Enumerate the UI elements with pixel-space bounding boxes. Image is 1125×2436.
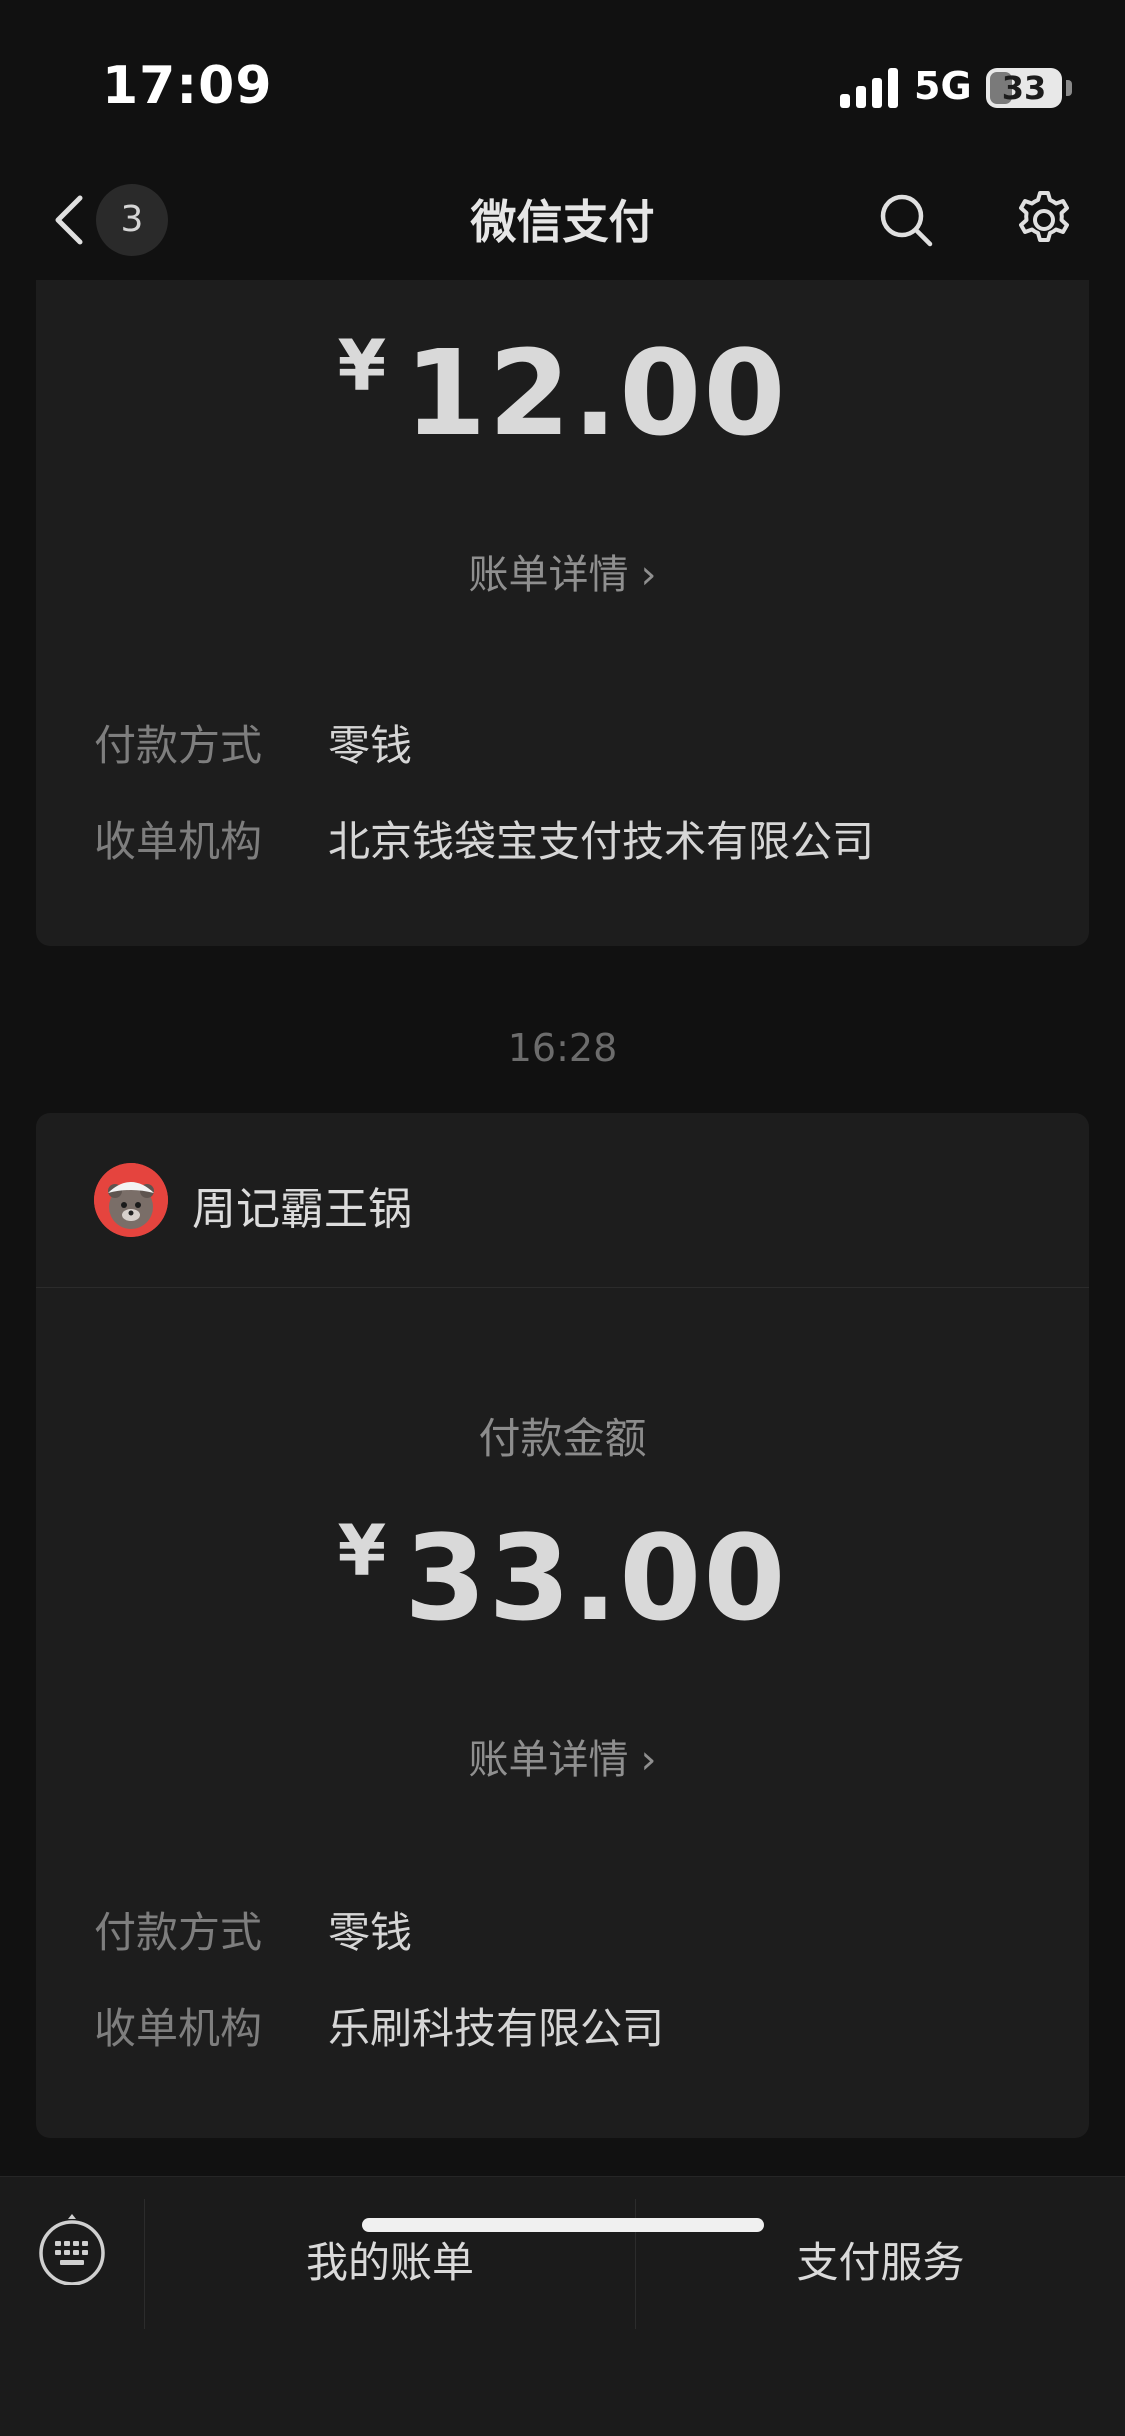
bill-detail-label: 账单详情 <box>468 1737 629 1783</box>
amount: ¥33.00 <box>36 1509 1089 1647</box>
battery-icon: 33 <box>986 68 1062 108</box>
wechat-pay-screen: 17:09 5G 33 3 微信支付 ¥ 12.00 账单详情 › 付款方式 零… <box>0 0 1125 2436</box>
acquirer-value: 北京钱袋宝支付技术有限公司 <box>328 817 875 866</box>
amount-value: 12.00 <box>404 324 788 462</box>
signal-icon <box>840 68 900 108</box>
amount-title: 付款金额 <box>478 1414 647 1463</box>
gear-icon[interactable] <box>1012 188 1076 252</box>
currency-symbol: ¥ <box>337 325 387 407</box>
payment-method-value: 零钱 <box>328 721 413 770</box>
status-time: 17:09 <box>102 56 273 116</box>
keyboard-icon[interactable] <box>36 2213 108 2285</box>
battery-level: 33 <box>1001 69 1047 107</box>
merchant-row[interactable]: 周记霸王锅 <box>36 1113 1089 1288</box>
timestamp: 16:28 <box>507 1026 618 1070</box>
bear-icon <box>94 1163 168 1237</box>
merchant-name: 周记霸王锅 <box>192 1184 412 1235</box>
payment-method-label: 付款方式 <box>94 721 263 770</box>
transaction-card[interactable]: 周记霸王锅 付款金额 ¥33.00 账单详情 › 付款方式 零钱 收单机构 乐刷科… <box>36 1113 1089 2138</box>
bill-detail-link[interactable]: 账单详情 › <box>36 542 1089 600</box>
amount: ¥12.00 <box>36 324 1089 462</box>
payment-method-value: 零钱 <box>328 1908 413 1957</box>
home-indicator[interactable] <box>362 2218 764 2232</box>
payment-method-label: 付款方式 <box>94 1908 263 1957</box>
merchant-avatar <box>94 1163 168 1237</box>
pay-services-button[interactable]: 支付服务 <box>636 2229 1125 2290</box>
network-type: 5G <box>914 64 972 108</box>
page-title: 微信支付 <box>470 195 655 249</box>
bottom-bar: 我的账单 支付服务 <box>0 2176 1125 2436</box>
bill-detail-link[interactable]: 账单详情 › <box>36 1727 1089 1785</box>
chevron-right-icon: › <box>640 552 657 598</box>
nav-bar: 3 微信支付 <box>0 160 1125 280</box>
search-icon[interactable] <box>876 190 936 250</box>
acquirer-label: 收单机构 <box>94 2004 263 2053</box>
amount-value: 33.00 <box>404 1509 788 1647</box>
battery-cap <box>1066 80 1072 96</box>
acquirer-label: 收单机构 <box>94 817 263 866</box>
my-bills-button[interactable]: 我的账单 <box>145 2229 635 2290</box>
currency-symbol: ¥ <box>337 1510 387 1592</box>
acquirer-value: 乐刷科技有限公司 <box>328 2004 665 2053</box>
transaction-card: ¥12.00 账单详情 › 付款方式 零钱 收单机构 北京钱袋宝支付技术有限公司 <box>36 280 1089 946</box>
status-bar: 17:09 5G 33 <box>0 0 1125 160</box>
chevron-right-icon: › <box>640 1737 657 1783</box>
bill-detail-label: 账单详情 <box>468 552 629 598</box>
